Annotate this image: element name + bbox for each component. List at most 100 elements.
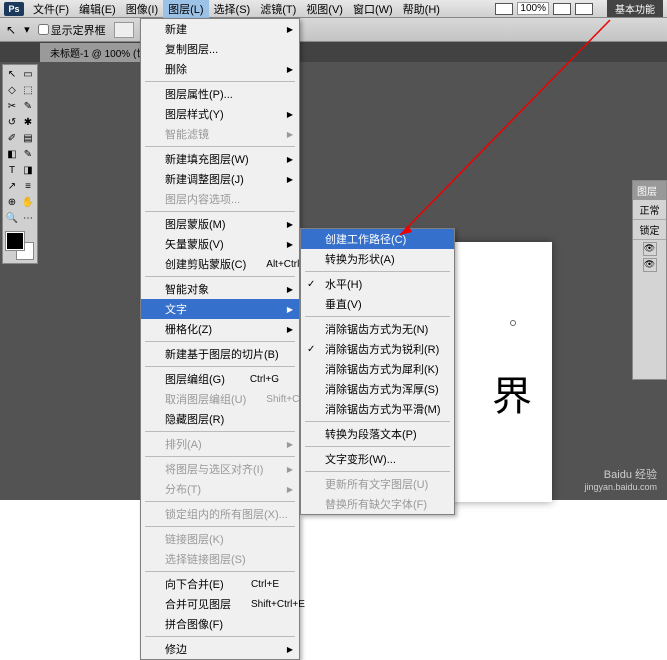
- menu-item[interactable]: 新建填充图层(W)▶: [141, 149, 299, 169]
- submenu-arrow-icon: ▶: [287, 220, 293, 229]
- menu-item[interactable]: 图层样式(Y)▶: [141, 104, 299, 124]
- tool-item[interactable]: ✱: [20, 114, 36, 130]
- menu-选择[interactable]: 选择(S): [209, 0, 256, 19]
- menu-item[interactable]: 智能对象▶: [141, 279, 299, 299]
- workspace-basic-button[interactable]: 基本功能: [607, 0, 663, 17]
- menu-item[interactable]: 消除锯齿方式为犀利(K): [301, 359, 454, 379]
- menu-item[interactable]: 合并可见图层Shift+Ctrl+E: [141, 594, 299, 614]
- tool-item[interactable]: ✐: [4, 130, 20, 146]
- menu-文件[interactable]: 文件(F): [28, 0, 74, 19]
- submenu-arrow-icon: ▶: [287, 465, 293, 474]
- check-icon: ✓: [307, 279, 315, 290]
- menu-item-label: 新建调整图层(J): [165, 171, 244, 187]
- menu-item: 链接图层(K): [141, 529, 299, 549]
- menu-item[interactable]: 栅格化(Z)▶: [141, 319, 299, 339]
- arrange-icon[interactable]: [575, 3, 593, 15]
- menu-item[interactable]: 创建剪贴蒙版(C)Alt+Ctrl+G: [141, 254, 299, 274]
- menu-图像[interactable]: 图像(I): [121, 0, 163, 19]
- tool-item[interactable]: ◨: [20, 162, 36, 178]
- tool-item[interactable]: ✋: [20, 194, 36, 210]
- tool-item[interactable]: ↺: [4, 114, 20, 130]
- menu-item[interactable]: 新建基于图层的切片(B): [141, 344, 299, 364]
- menu-item[interactable]: 消除锯齿方式为浑厚(S): [301, 379, 454, 399]
- menu-item: 取消图层编组(U)Shift+Ctrl+G: [141, 389, 299, 409]
- menu-item-label: 图层蒙版(M): [165, 216, 226, 232]
- menu-视图[interactable]: 视图(V): [301, 0, 348, 19]
- menu-item[interactable]: 消除锯齿方式为平滑(M): [301, 399, 454, 419]
- move-tool-icon[interactable]: ↖: [6, 23, 16, 37]
- menu-item[interactable]: 文字▶: [141, 299, 299, 319]
- tool-item[interactable]: ⬚: [20, 82, 36, 98]
- menu-item: 图层内容选项...: [141, 189, 299, 209]
- menu-shortcut: Ctrl+E: [231, 579, 279, 590]
- color-swatches[interactable]: [4, 230, 36, 262]
- menu-item[interactable]: 修边▶: [141, 639, 299, 659]
- menu-item[interactable]: 创建工作路径(C): [301, 229, 454, 249]
- menu-item[interactable]: 图层蒙版(M) ▶: [141, 214, 299, 234]
- menu-帮助[interactable]: 帮助(H): [398, 0, 445, 19]
- blend-mode-select[interactable]: 正常: [633, 200, 666, 220]
- tool-item[interactable]: ⊕: [4, 194, 20, 210]
- menu-item: 替换所有缺欠字体(F): [301, 494, 454, 514]
- menu-item-label: 排列(A): [165, 436, 202, 452]
- menu-item[interactable]: ✓水平(H): [301, 274, 454, 294]
- tool-item[interactable]: ▤: [20, 130, 36, 146]
- menu-窗口[interactable]: 窗口(W): [348, 0, 398, 19]
- tool-item[interactable]: T: [4, 162, 20, 178]
- watermark-main: Baidu 经验: [604, 466, 657, 482]
- menu-item[interactable]: 新建▶: [141, 19, 299, 39]
- zoom-select[interactable]: 100%: [517, 2, 549, 15]
- menu-item[interactable]: 转换为段落文本(P): [301, 424, 454, 444]
- menu-滤镜[interactable]: 滤镜(T): [255, 0, 301, 19]
- foreground-color-swatch[interactable]: [6, 232, 24, 250]
- menu-item-label: 更新所有文字图层(U): [325, 476, 428, 492]
- tool-item[interactable]: ↖: [4, 66, 20, 82]
- tool-item[interactable]: ✂: [4, 98, 20, 114]
- eye-icon[interactable]: 👁: [643, 242, 657, 256]
- menu-item-label: 图层编组(G): [165, 371, 225, 387]
- align-icon[interactable]: [114, 22, 134, 38]
- tool-item[interactable]: ◧: [4, 146, 20, 162]
- menu-item[interactable]: 拼合图像(F): [141, 614, 299, 634]
- menu-item[interactable]: 转换为形状(A): [301, 249, 454, 269]
- tool-item[interactable]: 🔍: [4, 210, 20, 226]
- menu-item[interactable]: 向下合并(E)Ctrl+E: [141, 574, 299, 594]
- show-bounds-label: 显示定界框: [51, 22, 106, 38]
- menu-item[interactable]: ✓消除锯齿方式为锐利(R): [301, 339, 454, 359]
- show-bounds-checkbox[interactable]: 显示定界框: [38, 22, 106, 38]
- menu-item[interactable]: 删除▶: [141, 59, 299, 79]
- menu-separator: [305, 271, 450, 272]
- tool-item[interactable]: ↗: [4, 178, 20, 194]
- menu-item[interactable]: 文字变形(W)...: [301, 449, 454, 469]
- tool-item[interactable]: ◇: [4, 82, 20, 98]
- toolbox: ↖▭◇⬚✂✎↺✱✐▤◧✎T◨↗≡⊕✋🔍⋯: [2, 64, 38, 264]
- tool-item[interactable]: ≡: [20, 178, 36, 194]
- eye-icon[interactable]: 👁: [643, 258, 657, 272]
- menu-item[interactable]: 复制图层...: [141, 39, 299, 59]
- menu-item[interactable]: 新建调整图层(J)▶: [141, 169, 299, 189]
- tool-item[interactable]: ✎: [20, 98, 36, 114]
- menu-item[interactable]: 图层编组(G)Ctrl+G: [141, 369, 299, 389]
- submenu-arrow-icon: ▶: [287, 240, 293, 249]
- menu-item[interactable]: 图层属性(P)...: [141, 84, 299, 104]
- dropdown-icon[interactable]: ▾: [24, 23, 30, 36]
- screenmode-icon[interactable]: [553, 3, 571, 15]
- tool-item[interactable]: ▭: [20, 66, 36, 82]
- submenu-arrow-icon: ▶: [287, 645, 293, 654]
- layout-icon[interactable]: [495, 3, 513, 15]
- menu-item-label: 替换所有缺欠字体(F): [325, 496, 427, 512]
- menu-item[interactable]: 垂直(V): [301, 294, 454, 314]
- submenu-arrow-icon: ▶: [287, 155, 293, 164]
- menu-item[interactable]: 消除锯齿方式为无(N): [301, 319, 454, 339]
- menu-item-label: 将图层与选区对齐(I): [165, 461, 263, 477]
- tool-item[interactable]: ⋯: [20, 210, 36, 226]
- menu-编辑[interactable]: 编辑(E): [74, 0, 121, 19]
- submenu-arrow-icon: ▶: [287, 325, 293, 334]
- tool-item[interactable]: ✎: [20, 146, 36, 162]
- menu-item[interactable]: 矢量蒙版(V)▶: [141, 234, 299, 254]
- layers-panel[interactable]: 图层 正常 锁定 👁 👁: [632, 180, 667, 380]
- menu-item[interactable]: 隐藏图层(R): [141, 409, 299, 429]
- menu-item-label: 拼合图像(F): [165, 616, 223, 632]
- menu-图层[interactable]: 图层(L): [163, 0, 208, 19]
- submenu-arrow-icon: ▶: [287, 25, 293, 34]
